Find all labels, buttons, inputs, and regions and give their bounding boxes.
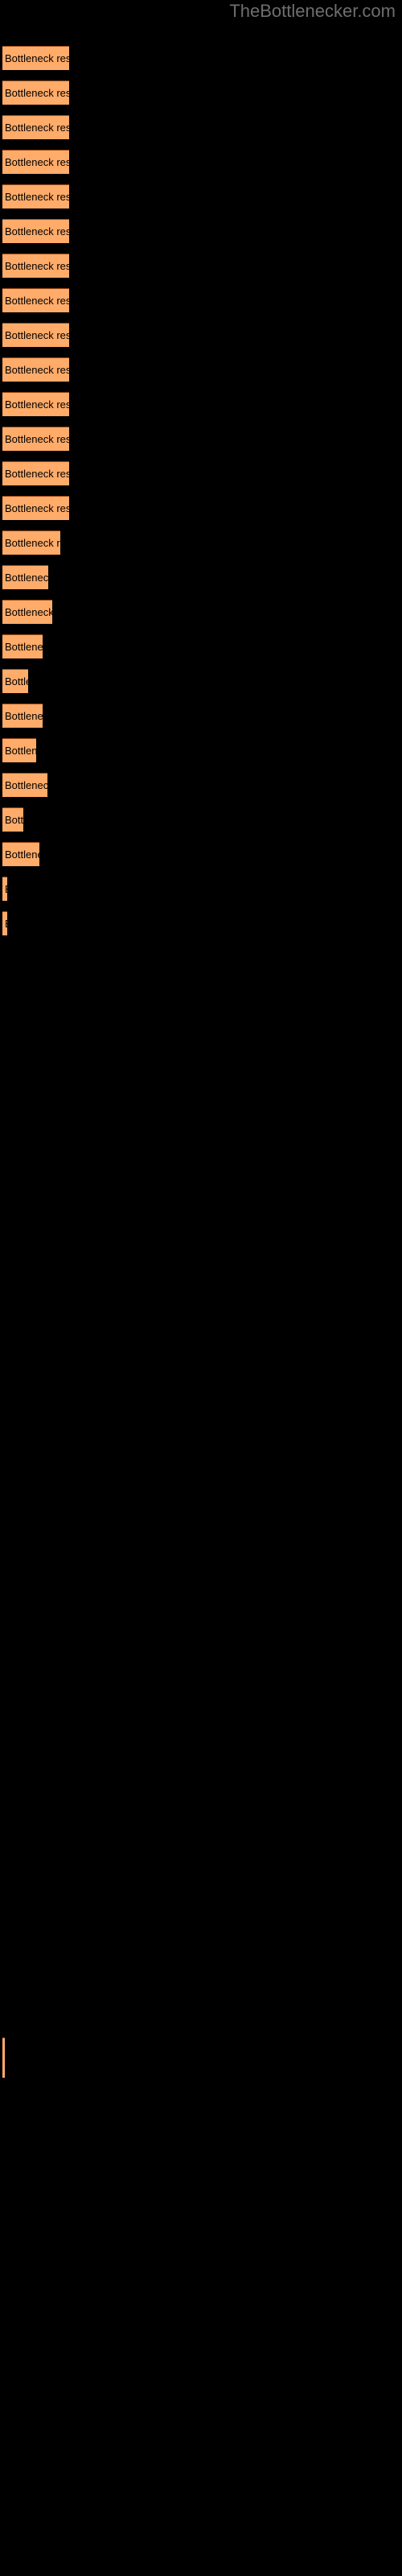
bar-row: Bottleneck result [0, 842, 402, 866]
bar-row: Bottleneck result [0, 669, 402, 693]
bar-segment[interactable]: Bottleneck result [2, 288, 69, 312]
bar-row: Bottleneck result [0, 911, 402, 935]
bar-row: Bottleneck result [0, 807, 402, 832]
bar-segment[interactable]: Bottleneck result [2, 323, 69, 347]
bar-segment[interactable]: Bottleneck result [2, 807, 23, 832]
bar-segment[interactable]: Bottleneck result [2, 150, 69, 174]
bar-segment[interactable]: Bottleneck result [2, 773, 47, 797]
bar-row: Bottleneck result [0, 565, 402, 589]
bar-label: Bottleneck result [5, 329, 69, 341]
bar-row: Bottleneck result [0, 600, 402, 624]
bar-row: Bottleneck result [0, 323, 402, 347]
bar-row: Bottleneck result [0, 254, 402, 278]
bar-row: Bottleneck result [0, 773, 402, 797]
bar-label: Bottleneck result [5, 814, 23, 826]
bar-label: Bottleneck result [5, 468, 69, 480]
bar-row: Bottleneck result [0, 877, 402, 901]
bar-segment[interactable]: Bottleneck result [2, 219, 69, 243]
bar-label: Bottleneck result [5, 260, 69, 272]
axis-tick-line [2, 2037, 5, 2078]
bar-label: Bottleneck result [5, 87, 69, 99]
bar-segment[interactable]: Bottleneck result [2, 877, 7, 901]
bar-label: Bottleneck result [5, 225, 69, 237]
bar-segment[interactable]: Bottleneck result [2, 530, 60, 555]
bar-row: Bottleneck result [0, 184, 402, 208]
bar-segment[interactable]: Bottleneck result [2, 254, 69, 278]
bar-label: Bottleneck result [5, 156, 69, 168]
bar-label: Bottleneck result [5, 191, 69, 203]
bar-row: Bottleneck result [0, 738, 402, 762]
bar-row: Bottleneck result [0, 634, 402, 658]
bar-label: Bottleneck result [5, 675, 28, 687]
bar-label: Bottleneck result [5, 364, 69, 376]
bar-row: Bottleneck result [0, 392, 402, 416]
bar-label: Bottleneck result [5, 779, 47, 791]
bar-segment[interactable]: Bottleneck result [2, 600, 52, 624]
bar-label: Bottleneck result [5, 606, 52, 618]
bar-label: Bottleneck result [5, 502, 69, 514]
bar-label: Bottleneck result [5, 433, 69, 445]
bar-row: Bottleneck result [0, 288, 402, 312]
bar-label: Bottleneck result [5, 710, 43, 722]
bar-segment[interactable]: Bottleneck result [2, 357, 69, 382]
bar-segment[interactable]: Bottleneck result [2, 184, 69, 208]
bar-label: Bottleneck result [5, 641, 43, 653]
bar-segment[interactable]: Bottleneck result [2, 427, 69, 451]
bar-segment[interactable]: Bottleneck result [2, 46, 69, 70]
bar-chart: Bottleneck result Bottleneck result Bottle… [0, 0, 402, 2576]
bar-row: Bottleneck result [0, 219, 402, 243]
bar-label: Bottleneck result [5, 882, 7, 897]
bar-label: Bottleneck result [5, 52, 69, 64]
bar-label: Bottleneck result [5, 122, 69, 134]
bar-row: Bottleneck result [0, 80, 402, 105]
bar-label: Bottleneck result [5, 917, 7, 931]
bar-segment[interactable]: Bottleneck result [2, 461, 69, 485]
bar-row: Bottleneck result [0, 150, 402, 174]
bar-segment[interactable]: Bottleneck result [2, 842, 39, 866]
bar-segment[interactable]: Bottleneck result [2, 115, 69, 139]
bar-row: Bottleneck result [0, 530, 402, 555]
bar-row: Bottleneck result [0, 461, 402, 485]
bar-segment[interactable]: Bottleneck result [2, 80, 69, 105]
bar-row: Bottleneck result [0, 357, 402, 382]
bar-row: Bottleneck result [0, 704, 402, 728]
bar-segment[interactable]: Bottleneck result [2, 704, 43, 728]
bar-label: Bottleneck result [5, 295, 69, 307]
bar-label: Bottleneck result [5, 572, 48, 584]
bar-label: Bottleneck result [5, 398, 69, 411]
bar-row: Bottleneck result [0, 46, 402, 70]
bar-label: Bottleneck result [5, 848, 39, 861]
bar-segment[interactable]: Bottleneck result [2, 392, 69, 416]
bar-row: Bottleneck result [0, 115, 402, 139]
bar-segment[interactable]: Bottleneck result [2, 565, 48, 589]
bar-row: Bottleneck result [0, 427, 402, 451]
bar-segment[interactable]: Bottleneck result [2, 738, 36, 762]
bar-segment[interactable]: Bottleneck result [2, 911, 7, 935]
bar-row: Bottleneck result [0, 496, 402, 520]
bar-label: Bottleneck result [5, 745, 36, 757]
bar-segment[interactable]: Bottleneck result [2, 496, 69, 520]
bar-label: Bottleneck result [5, 537, 60, 549]
bar-segment[interactable]: Bottleneck result [2, 634, 43, 658]
page-root: TheBottlenecker.com Bottleneck resultBot… [0, 0, 402, 2576]
bar-segment[interactable]: Bottleneck result [2, 669, 28, 693]
